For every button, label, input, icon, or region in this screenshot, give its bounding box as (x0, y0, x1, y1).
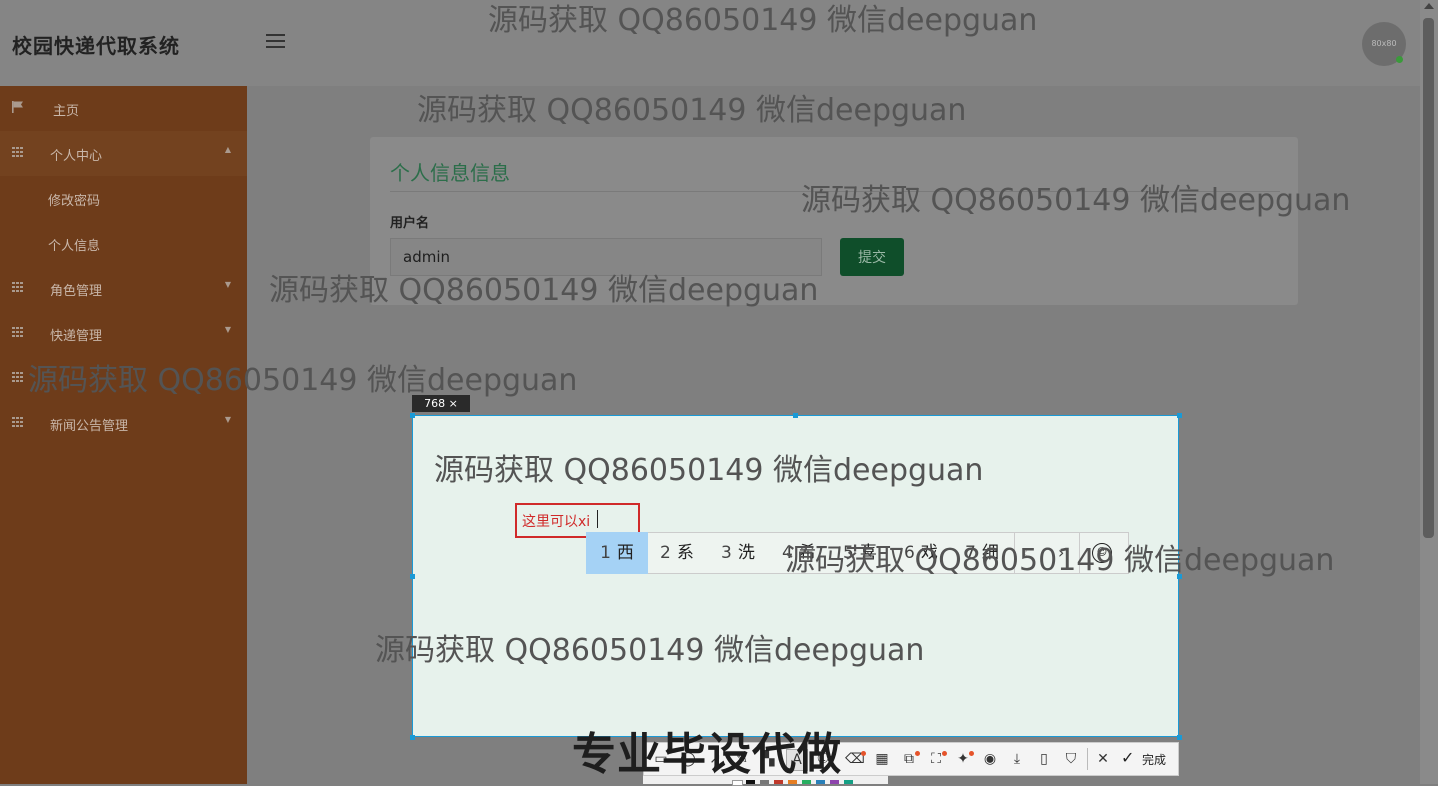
watermark-text: 源码获取 QQ86050149 微信deepguan (434, 453, 984, 488)
save-file-icon[interactable]: ▯ (1034, 749, 1054, 769)
ime-candidate-2[interactable]: 2系 (660, 532, 694, 574)
sidebar-item-label: 个人中心 (50, 149, 103, 164)
sidebar-item-label: 快递管理 (50, 329, 103, 344)
bookmark-icon[interactable]: ⛉ (1061, 749, 1081, 769)
sidebar-subitem-label: 修改密码 (48, 194, 101, 209)
chevron-down-icon: ▼ (224, 325, 231, 334)
sidebar-item-home[interactable]: 主页 (0, 86, 247, 131)
sidebar-subitem-profile[interactable]: 个人信息 (0, 221, 247, 266)
mosaic-tool-icon[interactable]: ▦ (872, 749, 892, 769)
page-title: 个人信息信息 (390, 161, 510, 185)
grid-icon (12, 327, 24, 337)
ime-candidate-3[interactable]: 3洗 (721, 532, 755, 574)
flag-icon (12, 101, 23, 113)
watermark-text: 源码获取 QQ86050149 微信deepguan (28, 363, 578, 398)
tool-badge-dot (915, 751, 920, 756)
hamburger-menu-icon[interactable] (266, 30, 286, 50)
sidebar-item-news-management[interactable]: 新闻公告管理 ▼ (0, 401, 247, 446)
ime-candidate-1[interactable]: 1西 (586, 532, 648, 574)
grid-icon (12, 282, 24, 292)
sidebar-item-label: 角色管理 (50, 284, 103, 299)
banner-text: 专业毕设代做 (572, 729, 842, 780)
resize-handle-w[interactable] (410, 574, 415, 579)
grid-icon (12, 417, 24, 427)
grid-icon (12, 372, 24, 382)
annotation-text: 这里可以xi (522, 514, 591, 530)
resize-handle-n[interactable] (793, 413, 798, 418)
resize-handle-nw[interactable] (410, 413, 415, 418)
watermark-text: 源码获取 QQ86050149 微信deepguan (417, 93, 967, 128)
sidebar-subitem-label: 个人信息 (48, 239, 101, 254)
scrollbar-thumb[interactable] (1423, 18, 1434, 538)
watermark-text: 源码获取 QQ86050149 微信deepguan (375, 633, 925, 668)
online-status-dot (1396, 56, 1403, 63)
done-button[interactable]: 完成 (1142, 751, 1166, 768)
scroll-up-arrow-icon[interactable] (1424, 3, 1434, 9)
submit-button[interactable]: 提交 (840, 238, 904, 276)
record-tool-icon[interactable]: ◉ (980, 749, 1000, 769)
username-input[interactable] (390, 238, 822, 276)
tool-badge-dot (969, 751, 974, 756)
sidebar-item-label: 新闻公告管理 (50, 419, 129, 434)
check-icon[interactable]: ✓ (1121, 748, 1134, 767)
sidebar-item-personal-center[interactable]: 个人中心 ▲ (0, 131, 247, 176)
text-cursor (597, 510, 598, 528)
sidebar-item-label: 主页 (53, 104, 80, 119)
sidebar: 主页 个人中心 ▲ 修改密码 个人信息 角色管理 ▼ 快递管理 ▼ 新闻公告管理… (0, 86, 247, 784)
resize-handle-se[interactable] (1177, 735, 1182, 740)
watermark-text: 源码获取 QQ86050149 微信deepguan (269, 273, 819, 308)
watermark-text: 源码获取 QQ86050149 微信deepguan (785, 543, 1335, 578)
username-label: 用户名 (390, 216, 430, 231)
sidebar-subitem-change-password[interactable]: 修改密码 (0, 176, 247, 221)
resize-handle-ne[interactable] (1177, 413, 1182, 418)
color-swatch[interactable] (844, 780, 853, 784)
sidebar-item-express-management[interactable]: 快递管理 ▼ (0, 311, 247, 356)
sidebar-item-role-management[interactable]: 角色管理 ▼ (0, 266, 247, 311)
tool-badge-dot (942, 751, 947, 756)
download-icon[interactable]: ⤓ (1007, 749, 1027, 769)
chevron-up-icon: ▲ (224, 145, 231, 154)
chevron-down-icon: ▼ (224, 280, 231, 289)
watermark-text: 源码获取 QQ86050149 微信deepguan (488, 3, 1038, 38)
app-title: 校园快递代取系统 (12, 34, 180, 58)
toolbar-divider (1087, 748, 1088, 770)
watermark-text: 源码获取 QQ86050149 微信deepguan (801, 183, 1351, 218)
close-icon[interactable]: ✕ (1093, 749, 1113, 769)
chevron-down-icon: ▼ (224, 415, 231, 424)
grid-icon (12, 147, 24, 157)
tool-badge-dot (861, 751, 866, 756)
resize-handle-sw[interactable] (410, 735, 415, 740)
